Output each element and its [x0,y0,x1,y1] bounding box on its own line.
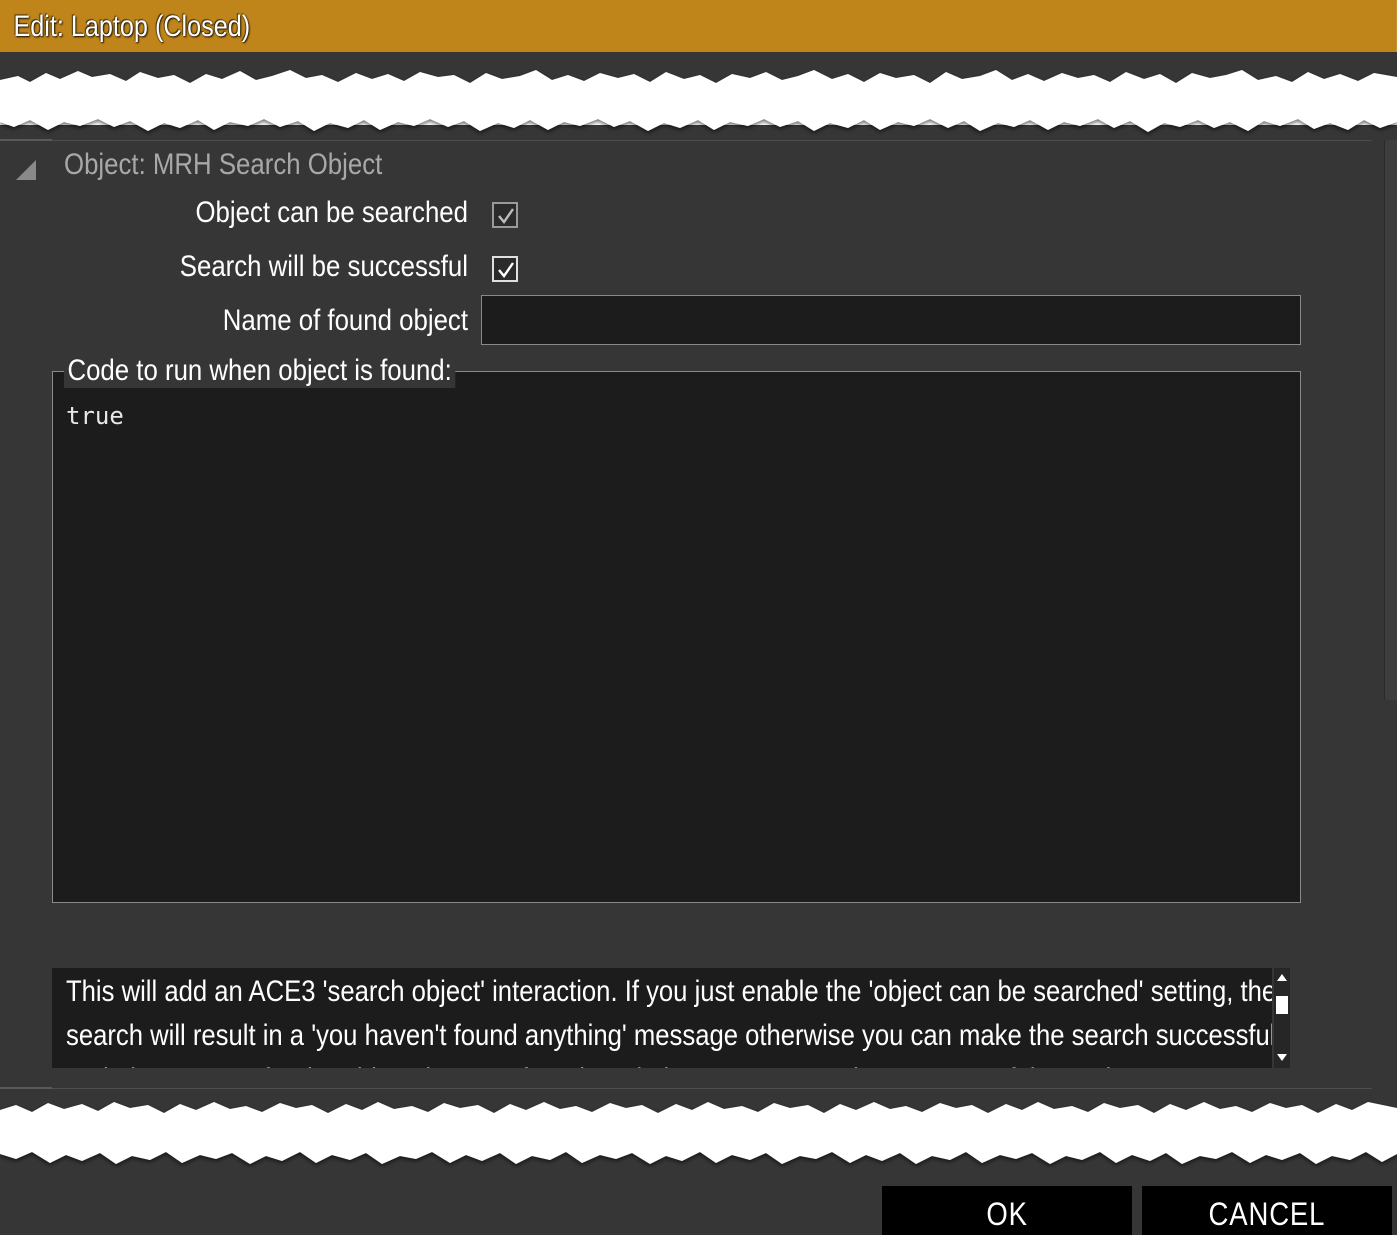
section-divider-line [52,140,1372,141]
scroll-up-arrow-icon[interactable] [1277,974,1287,981]
ok-button[interactable]: OK [882,1186,1132,1235]
section-divider [0,1087,52,1089]
cancel-button-label: CANCEL [1208,1196,1326,1232]
torn-edge-top [0,70,1397,132]
code-editor[interactable] [52,371,1301,903]
found-name-input[interactable] [481,295,1301,345]
scroll-thumb[interactable] [1276,996,1288,1014]
success-label: Search will be successful [179,250,468,283]
ok-button-label: OK [986,1196,1028,1232]
can-search-label: Object can be searched [195,196,469,229]
panel-scrollbar[interactable] [1384,140,1397,700]
can-search-checkbox[interactable] [492,202,518,228]
scroll-down-arrow-icon[interactable] [1277,1054,1287,1061]
checkmark-icon [498,208,514,224]
success-checkbox[interactable] [492,256,518,282]
window-title: Edit: Laptop (Closed) [0,0,1397,52]
section-divider-line [52,1088,1372,1089]
code-value: true [66,402,124,430]
found-name-label: Name of found object [222,304,468,337]
collapse-triangle-icon[interactable] [16,160,36,180]
code-label: Code to run when object is found: [64,354,456,388]
checkmark-icon [498,262,514,278]
section-title[interactable]: Object: MRH Search Object [64,148,382,182]
torn-edge-bottom [0,1102,1397,1164]
description-box: This will add an ACE3 'search object' in… [52,968,1272,1068]
description-scrollbar[interactable] [1274,968,1290,1068]
cancel-button[interactable]: CANCEL [1142,1186,1392,1235]
description-text: This will add an ACE3 'search object' in… [66,975,1272,1068]
